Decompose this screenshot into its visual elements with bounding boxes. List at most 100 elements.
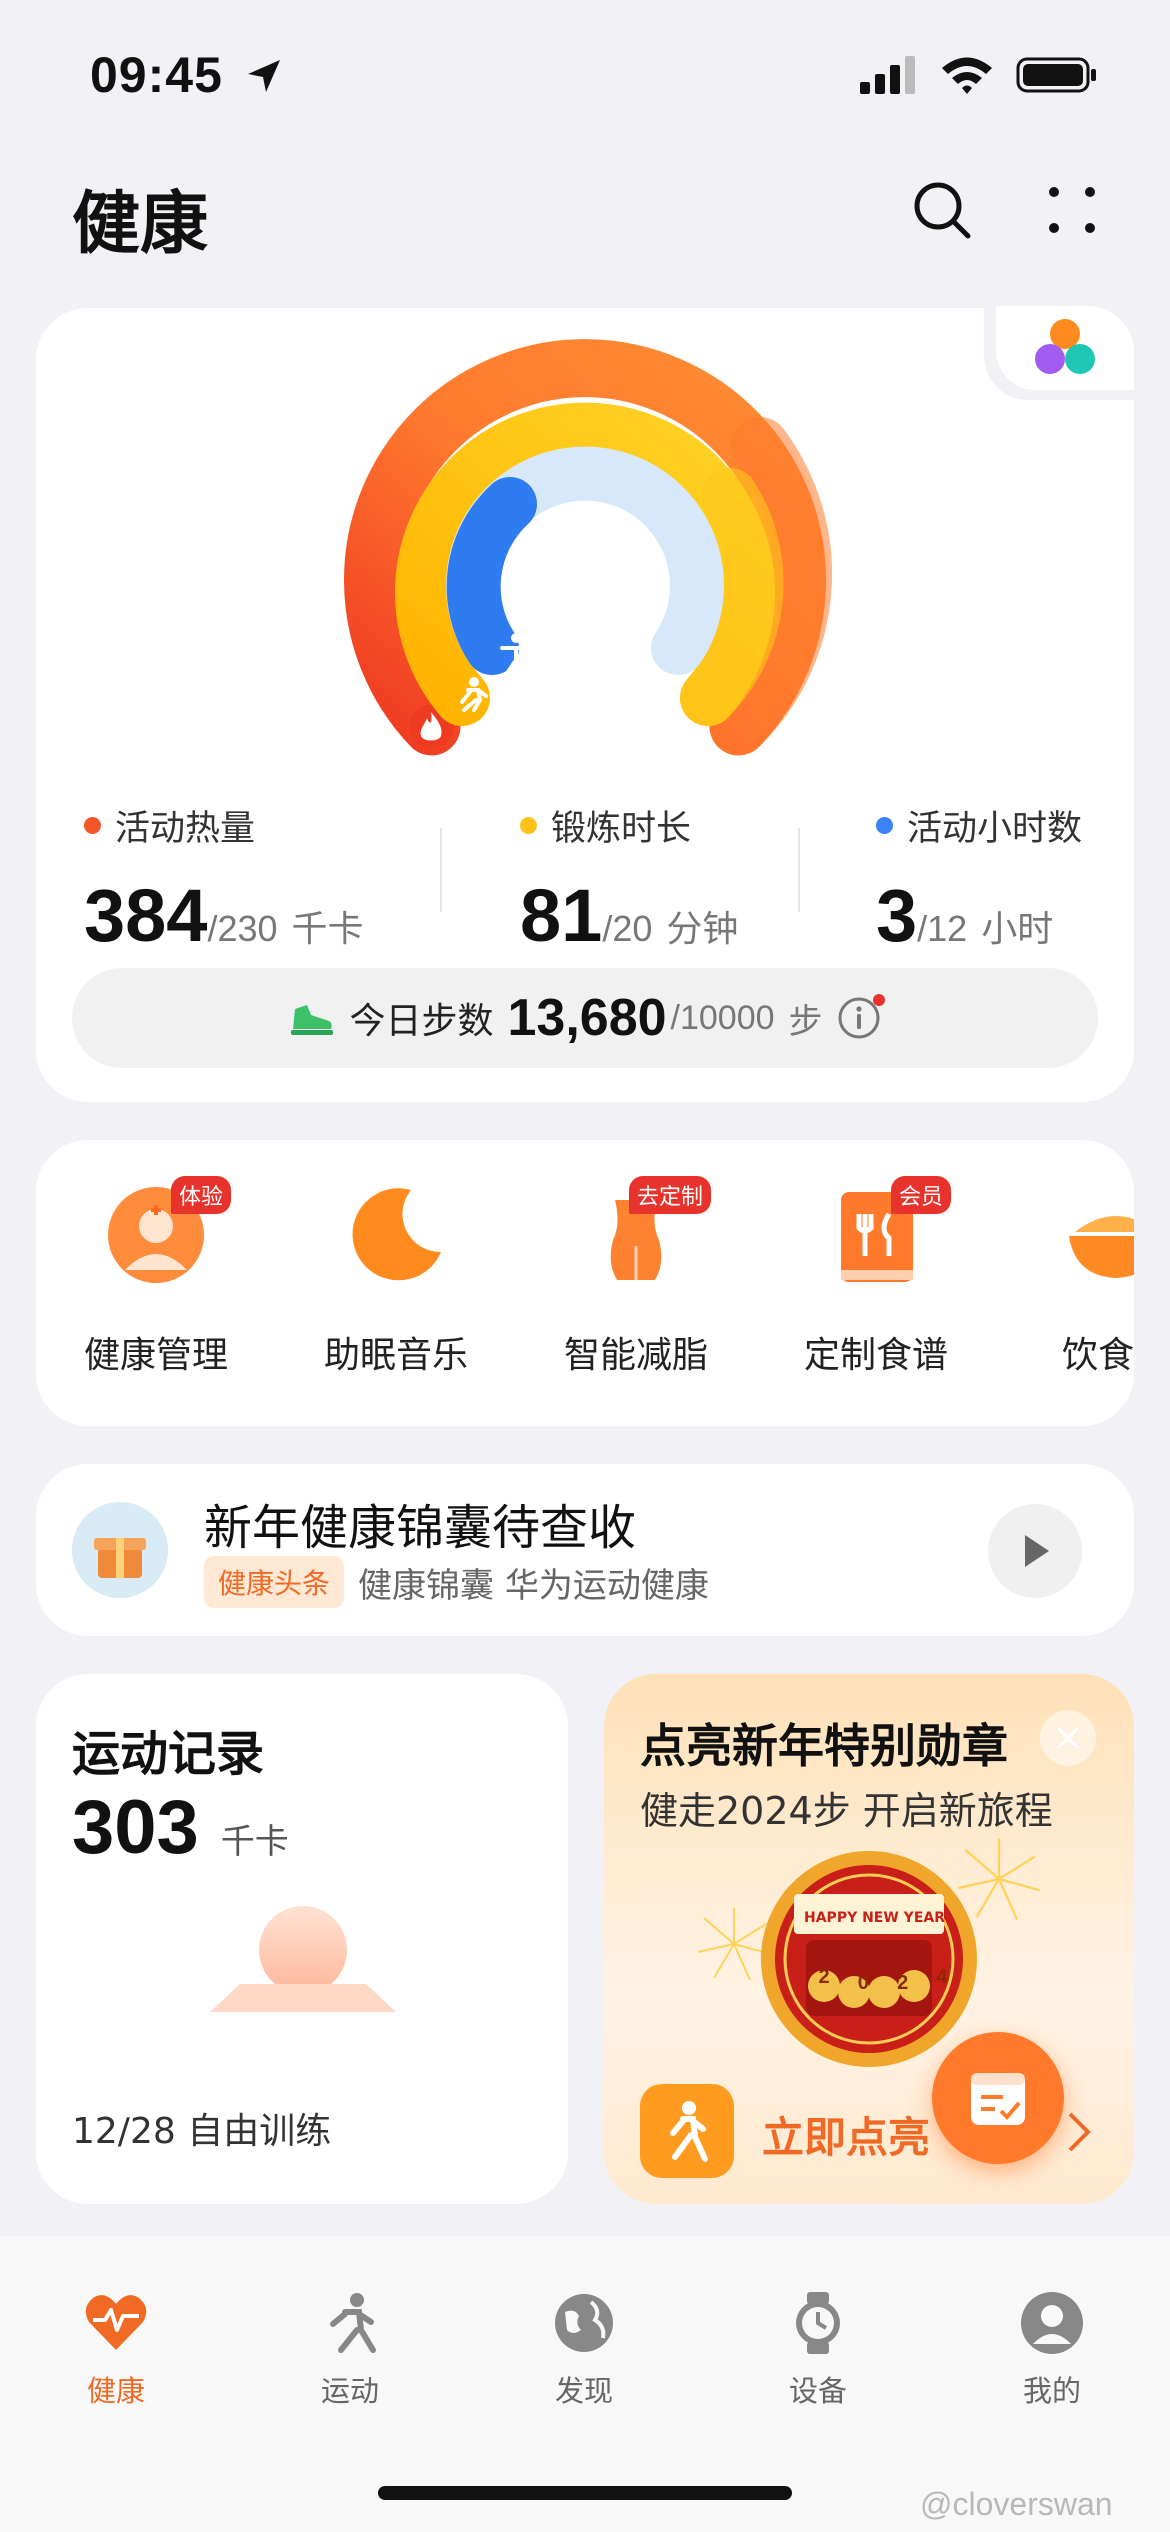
location-arrow-icon (247, 60, 280, 92)
shortcut-badge: 会员 (890, 1176, 951, 1214)
news-card[interactable]: 新年健康锦囊待查收 健康头条 健康锦囊 华为运动健康 (36, 1464, 1134, 1636)
status-icons (860, 55, 1098, 95)
nav-exercise[interactable]: 运动 (280, 2290, 420, 2410)
metric-exercise-label: 锻炼时长 (520, 800, 738, 851)
activity-rings[interactable] (330, 336, 840, 776)
calories-unit: 千卡 (291, 909, 364, 950)
hours-dot (876, 817, 893, 834)
watch-icon (796, 2292, 840, 2354)
metric-divider (798, 828, 800, 912)
news-subtitle: 健康锦囊 华为运动健康 (358, 1565, 709, 1606)
shortcut-label: 助眠音乐 (323, 1335, 468, 1376)
user-avatar-icon (1021, 2292, 1083, 2354)
status-time: 09:45 (90, 46, 284, 104)
exercise-dot (520, 817, 537, 834)
hours-value: 3 (876, 874, 918, 957)
exercise-label-text: 锻炼时长 (551, 809, 692, 849)
shortcut-label: 饮食日 (1061, 1335, 1134, 1376)
metric-hours[interactable]: 活动小时数 3 /12 小时 (876, 800, 1082, 958)
nav-label: 发现 (554, 2374, 613, 2408)
workout-entry: 12/28 自由训练 (72, 2111, 332, 2152)
checklist-icon (971, 2073, 1025, 2125)
page-title: 健康 (72, 185, 209, 264)
gift-box-icon (72, 1502, 168, 1598)
quick-record-fab[interactable] (932, 2032, 1064, 2164)
moon-music-icon (341, 1180, 451, 1290)
promo-digit: 0 (857, 1972, 869, 1994)
workout-calories-value: 303 (72, 1785, 199, 1870)
play-icon (1025, 1535, 1049, 1567)
exercise-unit: 分钟 (666, 909, 739, 950)
calories-value: 384 (84, 874, 208, 957)
close-button[interactable] (1040, 1710, 1096, 1766)
search-icon (914, 182, 971, 239)
metric-calories[interactable]: 活动热量 384 /230 千卡 (84, 800, 364, 958)
workout-record-card[interactable]: 运动记录 303 千卡 12/28 自由训练 (36, 1674, 568, 2204)
info-button[interactable] (837, 994, 885, 1040)
cellular-signal-icon (860, 56, 915, 94)
shortcut-fat-loss[interactable]: 去定制 智能减脂 (536, 1176, 736, 1378)
recipe-book-icon: 会员 (821, 1176, 951, 1290)
doctor-icon: 体验 (101, 1176, 231, 1290)
wifi-icon (942, 57, 992, 94)
shortcut-custom-recipe[interactable]: 会员 定制食谱 (776, 1176, 976, 1378)
metric-exercise[interactable]: 锻炼时长 81 /20 分钟 (520, 800, 738, 958)
steps-pill[interactable]: 今日步数 13,680 /10000 步 (72, 968, 1098, 1068)
nav-health[interactable]: 健康 (46, 2290, 186, 2410)
home-indicator[interactable] (378, 2486, 792, 2500)
nav-label: 运动 (320, 2374, 379, 2408)
walking-icon (670, 2101, 708, 2162)
workout-title: 运动记录 (72, 1726, 265, 1782)
shortcut-label: 智能减脂 (563, 1335, 708, 1376)
color-dots-icon (1035, 319, 1095, 374)
exercise-value: 81 (520, 874, 603, 957)
shortcut-label: 健康管理 (83, 1335, 228, 1376)
yoga-ball-icon (210, 1906, 396, 2012)
nav-label: 设备 (788, 2374, 847, 2408)
new-year-medal-icon (761, 1851, 977, 2067)
more-menu-button[interactable] (1032, 170, 1112, 250)
promo-digit: 2 (818, 1966, 830, 1988)
nav-devices[interactable]: 设备 (748, 2290, 888, 2410)
battery-icon (1016, 57, 1096, 93)
running-icon (330, 2293, 376, 2353)
promo-digits: 2 0 2 4 (808, 1966, 958, 1995)
calories-dot (84, 817, 101, 834)
metric-calories-label: 活动热量 (84, 800, 364, 851)
steps-goal: /10000 (670, 998, 775, 1037)
search-button[interactable] (902, 170, 982, 250)
hours-unit: 小时 (981, 909, 1054, 950)
promo-title: 点亮新年特别勋章 (640, 1719, 1008, 1773)
status-time-text: 09:45 (90, 47, 223, 103)
hours-goal: /12 (917, 908, 968, 949)
news-tag: 健康头条 (204, 1556, 345, 1608)
shortcut-badge: 去定制 (628, 1176, 711, 1214)
steps-label: 今日步数 (349, 1001, 494, 1042)
promo-cta-text[interactable]: 立即点亮 (762, 2104, 930, 2165)
steps-value: 13,680 (507, 989, 667, 1047)
watermark-text: @cloverswan (920, 2486, 1113, 2522)
nav-discover[interactable]: 发现 (514, 2290, 654, 2410)
shortcut-diet-diary[interactable]: 饮食日 (1016, 1180, 1134, 1378)
walking-badge (640, 2084, 734, 2178)
nav-label: 我的 (1022, 2374, 1081, 2408)
chevron-right-icon[interactable] (1064, 2110, 1094, 2154)
exercise-goal: /20 (602, 908, 653, 949)
close-icon (1056, 1726, 1080, 1750)
steps-unit: 步 (788, 1001, 823, 1042)
shortcut-badge: 体验 (170, 1176, 231, 1214)
news-title: 新年健康锦囊待查收 (204, 1500, 637, 1556)
globe-icon (555, 2294, 613, 2352)
promo-digit: 4 (936, 1966, 948, 1988)
shortcut-sleep-music[interactable]: 助眠音乐 (296, 1180, 496, 1378)
grid-dots-icon (1049, 187, 1095, 233)
calories-label-text: 活动热量 (115, 809, 256, 849)
shortcut-health-management[interactable]: 体验 健康管理 (56, 1176, 256, 1378)
nav-profile[interactable]: 我的 (982, 2290, 1122, 2410)
heart-pulse-icon (85, 2295, 147, 2350)
theme-switch-button[interactable] (996, 306, 1134, 390)
workout-calories-unit: 千卡 (220, 1822, 289, 1862)
play-button[interactable] (988, 1504, 1082, 1598)
notification-dot (872, 994, 885, 1006)
food-bowl-icon (1061, 1180, 1134, 1290)
